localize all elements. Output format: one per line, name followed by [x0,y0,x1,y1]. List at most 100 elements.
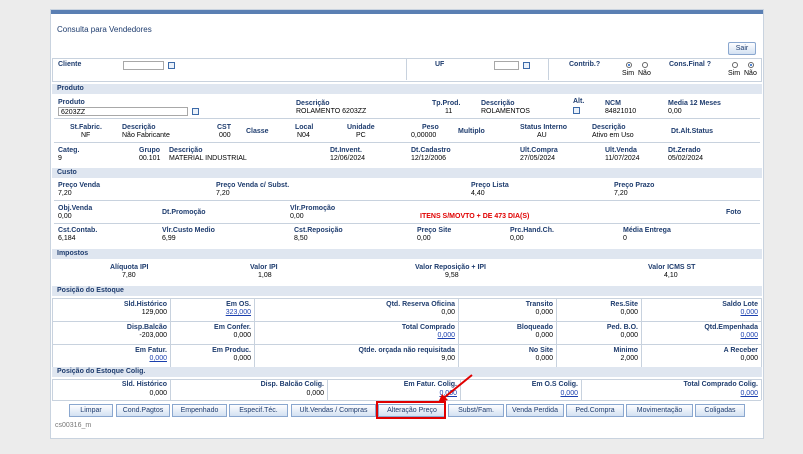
tab-especif-t-c-[interactable]: Especif.Téc. [229,404,288,417]
colig-cell-value[interactable]: 0,000 [740,390,758,397]
tab-ped-compra[interactable]: Ped.Compra [566,404,624,417]
estoque-cell-value: -203,000 [139,332,167,339]
cstcontab-label: Cst.Contab. [58,227,98,234]
estoque-cell-label: Em Produc. [212,347,251,354]
descricao2-value: ROLAMENTOS [481,108,530,115]
ultvenda-label: Ult.Venda [605,147,637,154]
uf-lookup-icon[interactable] [523,62,530,69]
valoricms-value: 4,10 [664,272,678,279]
status-value: AU [537,132,547,139]
grid-line [52,298,761,299]
divider [54,223,760,224]
divider [54,200,760,201]
ultcompra-label: Ult.Compra [520,147,558,154]
tab-movimenta-o[interactable]: Movimentação [626,404,693,417]
pointer-arrow-icon [438,374,473,403]
vlrcusto-value: 6,99 [162,235,176,242]
cst-value: 000 [219,132,231,139]
vlrpromo-value: 0,00 [290,213,304,220]
estoque-cell-value: 0,000 [535,309,553,316]
dtinvent-value: 12/06/2024 [330,155,366,162]
status-label: Status Interno [520,124,568,131]
grid-line [641,298,642,367]
estoque-cell-label: Em Confer. [214,324,251,331]
contrib-nao-radio[interactable] [642,62,648,68]
colig-cell-label: Em O.S Colig. [531,381,578,388]
estoque-cell-label: Qtd.Empenhada [704,324,758,331]
estoque-cell-label: Transito [525,301,553,308]
estoque-cell-value[interactable]: 323,000 [226,309,251,316]
grupo-value: 00.101 [139,155,161,162]
estoque-cell-value: 9,00 [441,355,455,362]
foto-label[interactable]: Foto [726,209,741,216]
estoque-cell-value: 0,000 [620,332,638,339]
precosite-value: 0,00 [417,235,431,242]
classe-label: Classe [246,128,269,135]
dtzerado-value: 05/02/2024 [668,155,704,162]
contrib-sim-radio[interactable] [626,62,632,68]
consfinal-nao-radio[interactable] [748,62,754,68]
dtpromo-label: Dt.Promoção [162,209,206,216]
divider [548,58,549,80]
grid-line [52,379,53,400]
exit-button[interactable]: Sair [728,42,756,55]
precoprazo-value: 7,20 [614,190,628,197]
estoque-cell-value[interactable]: 0,000 [740,309,758,316]
uf-input[interactable] [494,61,519,70]
cliente-lookup-icon[interactable] [168,62,175,69]
window-top-bar [51,10,763,14]
unidade-value: PC [356,132,366,139]
colig-cell-value[interactable]: 0,000 [560,390,578,397]
prchand-label: Prc.Hand.Ch. [510,227,554,234]
estoque-cell-value: 129,000 [141,309,167,316]
aliqipi-label: Alíquota IPI [110,264,149,271]
grid-line [327,379,328,400]
estoque-cell-value: 2,000 [620,355,638,362]
precoprazo-label: Preço Prazo [614,182,655,189]
estoque-cell-value[interactable]: 0,000 [740,332,758,339]
tab-empenhado[interactable]: Empenhado [172,404,227,417]
consfinal-sim-label: Sim [728,70,741,77]
precolista-value: 4,40 [471,190,485,197]
tab-ult-vendas-compras[interactable]: Ult.Vendas / Compras [291,404,376,417]
local-value: N04 [297,132,310,139]
grid-line [556,298,557,367]
tab-limpar[interactable]: Limpar [69,404,113,417]
section-custo: Custo [52,168,762,178]
divider [54,118,760,119]
media-value: 0,00 [668,108,682,115]
grid-line [458,298,459,367]
estoque-cell-value[interactable]: 0,000 [149,355,167,362]
ncm-value: 84821010 [605,108,637,115]
grupo-label: Grupo [139,147,160,154]
alt-lookup-icon[interactable] [573,107,580,114]
page-title: Consulta para Vendedores [57,25,152,34]
produto-label: Produto [58,99,85,106]
descricao-label: Descrição [296,100,330,107]
ultcompra-value: 27/05/2024 [520,155,556,162]
produto-lookup-icon[interactable] [192,108,199,115]
divider [406,58,407,80]
estoque-cell-label: Qtd. Reserva Oficina [386,301,455,308]
consfinal-sim-radio[interactable] [732,62,738,68]
produto-input[interactable]: 6203ZZ [58,107,188,116]
tab-coligadas[interactable]: Coligadas [695,404,745,417]
cstcontab-value: 6,184 [58,235,76,242]
grid-line [52,344,761,345]
valoripi-label: Valor IPI [250,264,278,271]
section-estoque-colig: Posição do Estoque Colig. [52,367,762,377]
tab-venda-perdida[interactable]: Venda Perdida [506,404,564,417]
precovenda-value: 7,20 [58,190,72,197]
estoque-cell-value[interactable]: 0,000 [437,332,455,339]
tab-cond-pagtos[interactable]: Cond.Pagtos [116,404,170,417]
cst-label: CST [217,124,231,131]
grid-line [52,321,761,322]
tab-subst-fam-[interactable]: Subst/Fam. [448,404,504,417]
descgrupo-value: MATERIAL INDUSTRIAL [169,155,247,162]
cliente-input[interactable] [123,61,164,70]
objvenda-label: Obj.Venda [58,205,93,212]
categ-label: Categ. [58,147,80,154]
valorrep-value: 9,58 [445,272,459,279]
valoripi-value: 1,08 [258,272,272,279]
estoque-cell-label: Sld.Histórico [123,301,167,308]
